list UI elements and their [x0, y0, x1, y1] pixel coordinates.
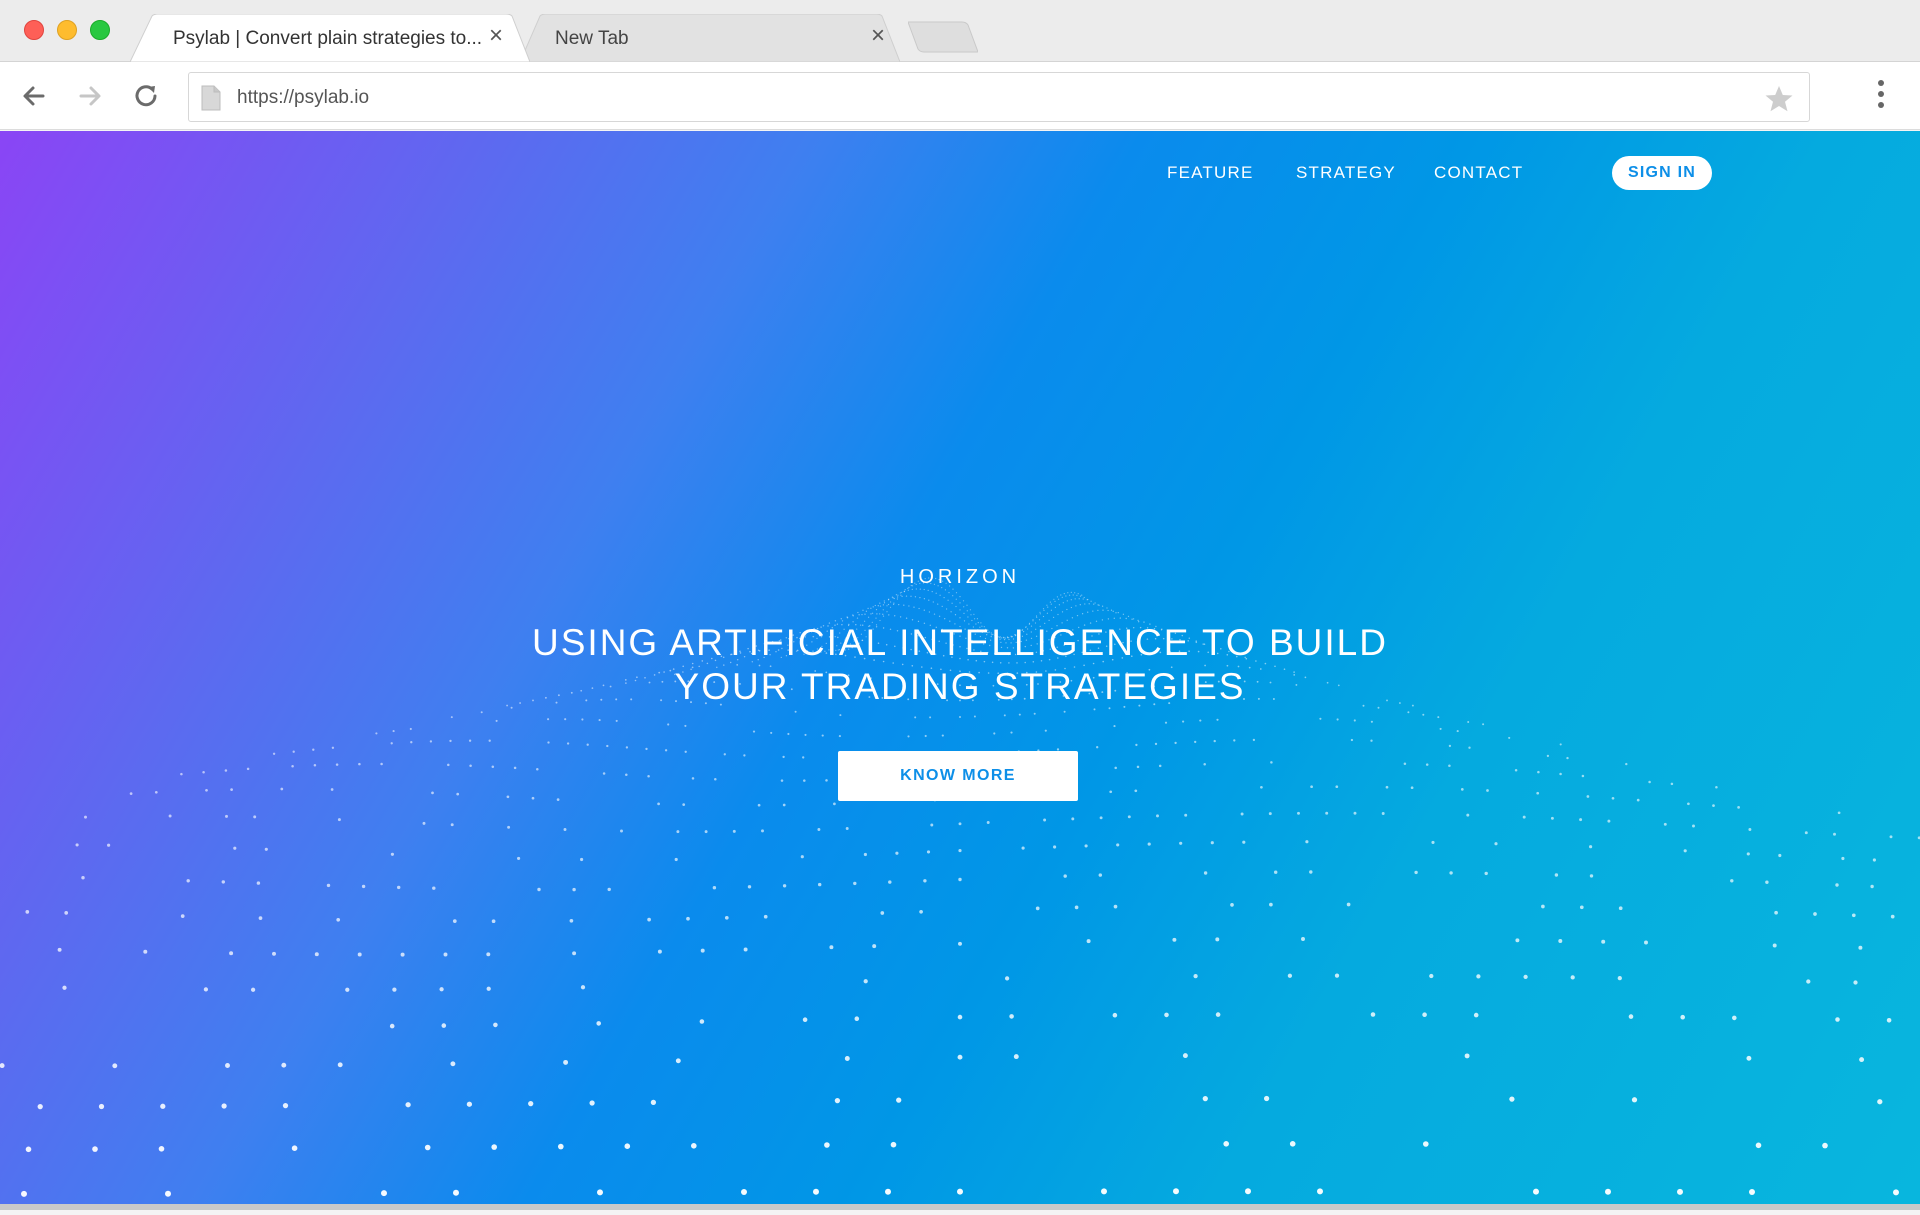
- nav-link-strategy[interactable]: STRATEGY: [1296, 153, 1396, 193]
- hero-title-line-2: YOUR TRADING STRATEGIES: [674, 666, 1246, 707]
- browser-toolbar: [0, 62, 1920, 130]
- browser-window: Psylab | Convert plain strategies to... …: [0, 0, 1920, 1215]
- tab-psylab[interactable]: Psylab | Convert plain strategies to... …: [130, 14, 530, 62]
- tab-title: New Tab: [555, 28, 629, 49]
- tab-strip: Psylab | Convert plain strategies to... …: [0, 0, 1920, 62]
- back-button[interactable]: [16, 78, 52, 114]
- tab-title: Psylab | Convert plain strategies to...: [173, 28, 483, 49]
- maximize-window-button[interactable]: [90, 20, 110, 40]
- arrow-left-icon: [23, 86, 45, 106]
- sign-in-button[interactable]: SIGN IN: [1612, 156, 1712, 190]
- url-input[interactable]: [237, 81, 1717, 115]
- tab-new-tab[interactable]: New Tab ×: [520, 14, 900, 62]
- arrow-right-icon: [79, 86, 101, 106]
- hero-title-line-1: USING ARTIFICIAL INTELLIGENCE TO BUILD: [532, 622, 1388, 663]
- hero-title: USING ARTIFICIAL INTELLIGENCE TO BUILD Y…: [460, 621, 1460, 709]
- browser-menu-icon[interactable]: [1866, 80, 1896, 114]
- minimize-window-button[interactable]: [57, 20, 77, 40]
- know-more-button[interactable]: KNOW MORE: [838, 751, 1078, 801]
- close-window-button[interactable]: [24, 20, 44, 40]
- forward-button[interactable]: [72, 78, 108, 114]
- close-icon[interactable]: ×: [485, 24, 507, 48]
- nav-link-feature[interactable]: FEATURE: [1167, 153, 1253, 193]
- hero-eyebrow: HORIZON: [899, 566, 1021, 588]
- site-navigation: FEATURE STRATEGY CONTACT SIGN IN: [0, 153, 1920, 193]
- new-tab-button[interactable]: [908, 20, 978, 54]
- page-bottom-edge: [0, 1204, 1920, 1210]
- reload-icon: [135, 85, 157, 107]
- page-viewport: FEATURE STRATEGY CONTACT SIGN IN HORIZON…: [0, 131, 1920, 1210]
- address-bar[interactable]: [188, 72, 1810, 122]
- star-icon[interactable]: [1763, 83, 1795, 115]
- close-icon[interactable]: ×: [867, 24, 889, 48]
- nav-link-contact[interactable]: CONTACT: [1434, 153, 1523, 193]
- reload-button[interactable]: [128, 78, 164, 114]
- page-icon: [201, 85, 221, 111]
